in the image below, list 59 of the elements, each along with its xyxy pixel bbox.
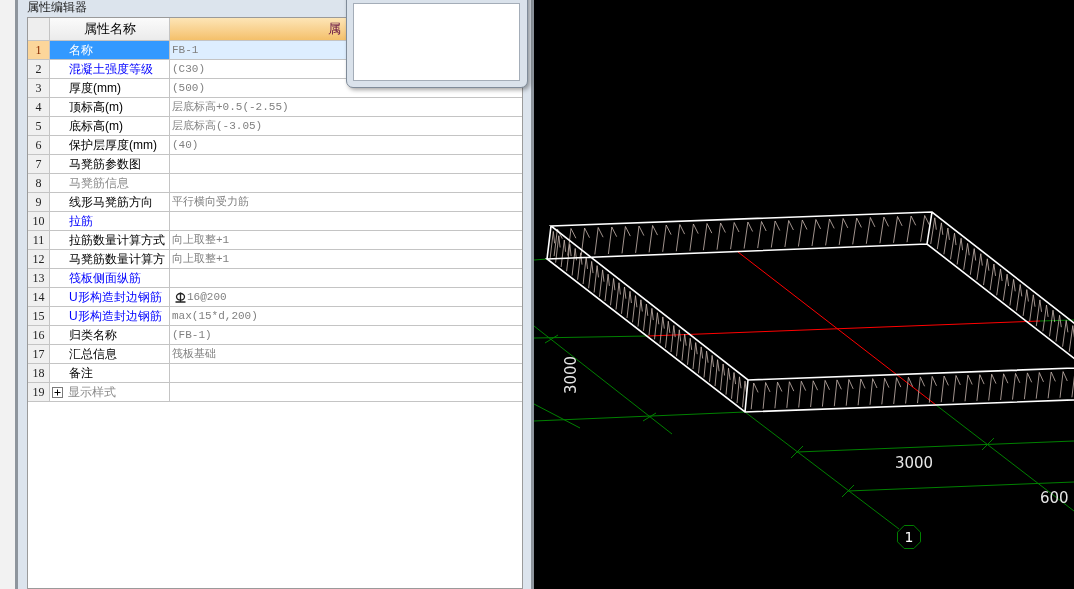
property-name-cell[interactable]: U形构造封边钢筋 bbox=[50, 307, 170, 326]
property-name-cell[interactable]: 马凳筋参数图 bbox=[50, 155, 170, 174]
property-name-cell[interactable]: 马凳筋数量计算方 bbox=[50, 250, 170, 269]
property-name-text: 显示样式 bbox=[68, 384, 116, 401]
panel-title: 属性编辑器 bbox=[27, 0, 87, 14]
property-value-cell[interactable]: (FB-1) bbox=[170, 326, 522, 345]
property-name-cell[interactable]: 拉筋数量计算方式 bbox=[50, 231, 170, 250]
grid-axis-line bbox=[534, 258, 548, 261]
property-name-cell[interactable]: 筏板侧面纵筋 bbox=[50, 269, 170, 288]
property-name-cell[interactable]: 保护层厚度(mm) bbox=[50, 136, 170, 155]
property-value-cell[interactable]: 筏板基础 bbox=[170, 345, 522, 364]
property-name-cell[interactable]: 拉筋 bbox=[50, 212, 170, 231]
property-value-cell[interactable]: 层底标高(-3.05) bbox=[170, 117, 522, 136]
row-number: 18 bbox=[28, 364, 50, 383]
property-name-cell[interactable]: 底标高(m) bbox=[50, 117, 170, 136]
row-number: 5 bbox=[28, 117, 50, 136]
row-number: 8 bbox=[28, 174, 50, 193]
dimension-label: 600 bbox=[1040, 489, 1069, 507]
row-number: 3 bbox=[28, 79, 50, 98]
property-name-cell[interactable]: 汇总信息 bbox=[50, 345, 170, 364]
property-name-cell[interactable]: 备注 bbox=[50, 364, 170, 383]
row-number: 9 bbox=[28, 193, 50, 212]
row-number: 17 bbox=[28, 345, 50, 364]
row-number: 7 bbox=[28, 155, 50, 174]
row-number: 11 bbox=[28, 231, 50, 250]
row-number: 1 bbox=[28, 41, 50, 60]
property-value-cell[interactable]: 16@200 bbox=[170, 288, 522, 307]
property-value-cell[interactable]: (40) bbox=[170, 136, 522, 155]
row-number: 13 bbox=[28, 269, 50, 288]
property-name-cell[interactable]: 归类名称 bbox=[50, 326, 170, 345]
property-value-cell[interactable]: max(15*d,200) bbox=[170, 307, 522, 326]
table-corner bbox=[28, 18, 50, 41]
property-name-cell[interactable]: 厚度(mm) bbox=[50, 79, 170, 98]
dimension-label: 3000 bbox=[562, 355, 580, 395]
row-number: 15 bbox=[28, 307, 50, 326]
row-number: 16 bbox=[28, 326, 50, 345]
row-number: 14 bbox=[28, 288, 50, 307]
row-number: 12 bbox=[28, 250, 50, 269]
row-number: 6 bbox=[28, 136, 50, 155]
row-number: 10 bbox=[28, 212, 50, 231]
property-name-cell[interactable]: 顶标高(m) bbox=[50, 98, 170, 117]
property-name-cell[interactable]: 混凝土强度等级 bbox=[50, 60, 170, 79]
property-name-cell[interactable]: U形构造封边钢筋 bbox=[50, 288, 170, 307]
column-header[interactable]: 属性名称 bbox=[50, 18, 170, 41]
row-number: 4 bbox=[28, 98, 50, 117]
axis-number-bubble: 1 bbox=[897, 525, 921, 549]
property-value-cell[interactable]: 层底标高+0.5(-2.55) bbox=[170, 98, 522, 117]
property-name-cell[interactable]: 线形马凳筋方向 bbox=[50, 193, 170, 212]
property-value-cell[interactable]: 向上取整+1 bbox=[170, 250, 522, 269]
popup-window[interactable] bbox=[346, 0, 528, 88]
property-value-cell[interactable]: 向上取整+1 bbox=[170, 231, 522, 250]
steel-grade-icon bbox=[175, 291, 186, 303]
dimension-label: 3000 bbox=[894, 454, 934, 472]
rebar-spec-text: 16@200 bbox=[187, 289, 227, 305]
row-number: 2 bbox=[28, 60, 50, 79]
row-number: 19 bbox=[28, 383, 50, 402]
3d-viewport[interactable]: 3000 3000 600 1 bbox=[534, 0, 1074, 589]
slab-drawing[interactable] bbox=[546, 211, 1074, 413]
property-value-cell[interactable]: 平行横向受力筋 bbox=[170, 193, 522, 212]
